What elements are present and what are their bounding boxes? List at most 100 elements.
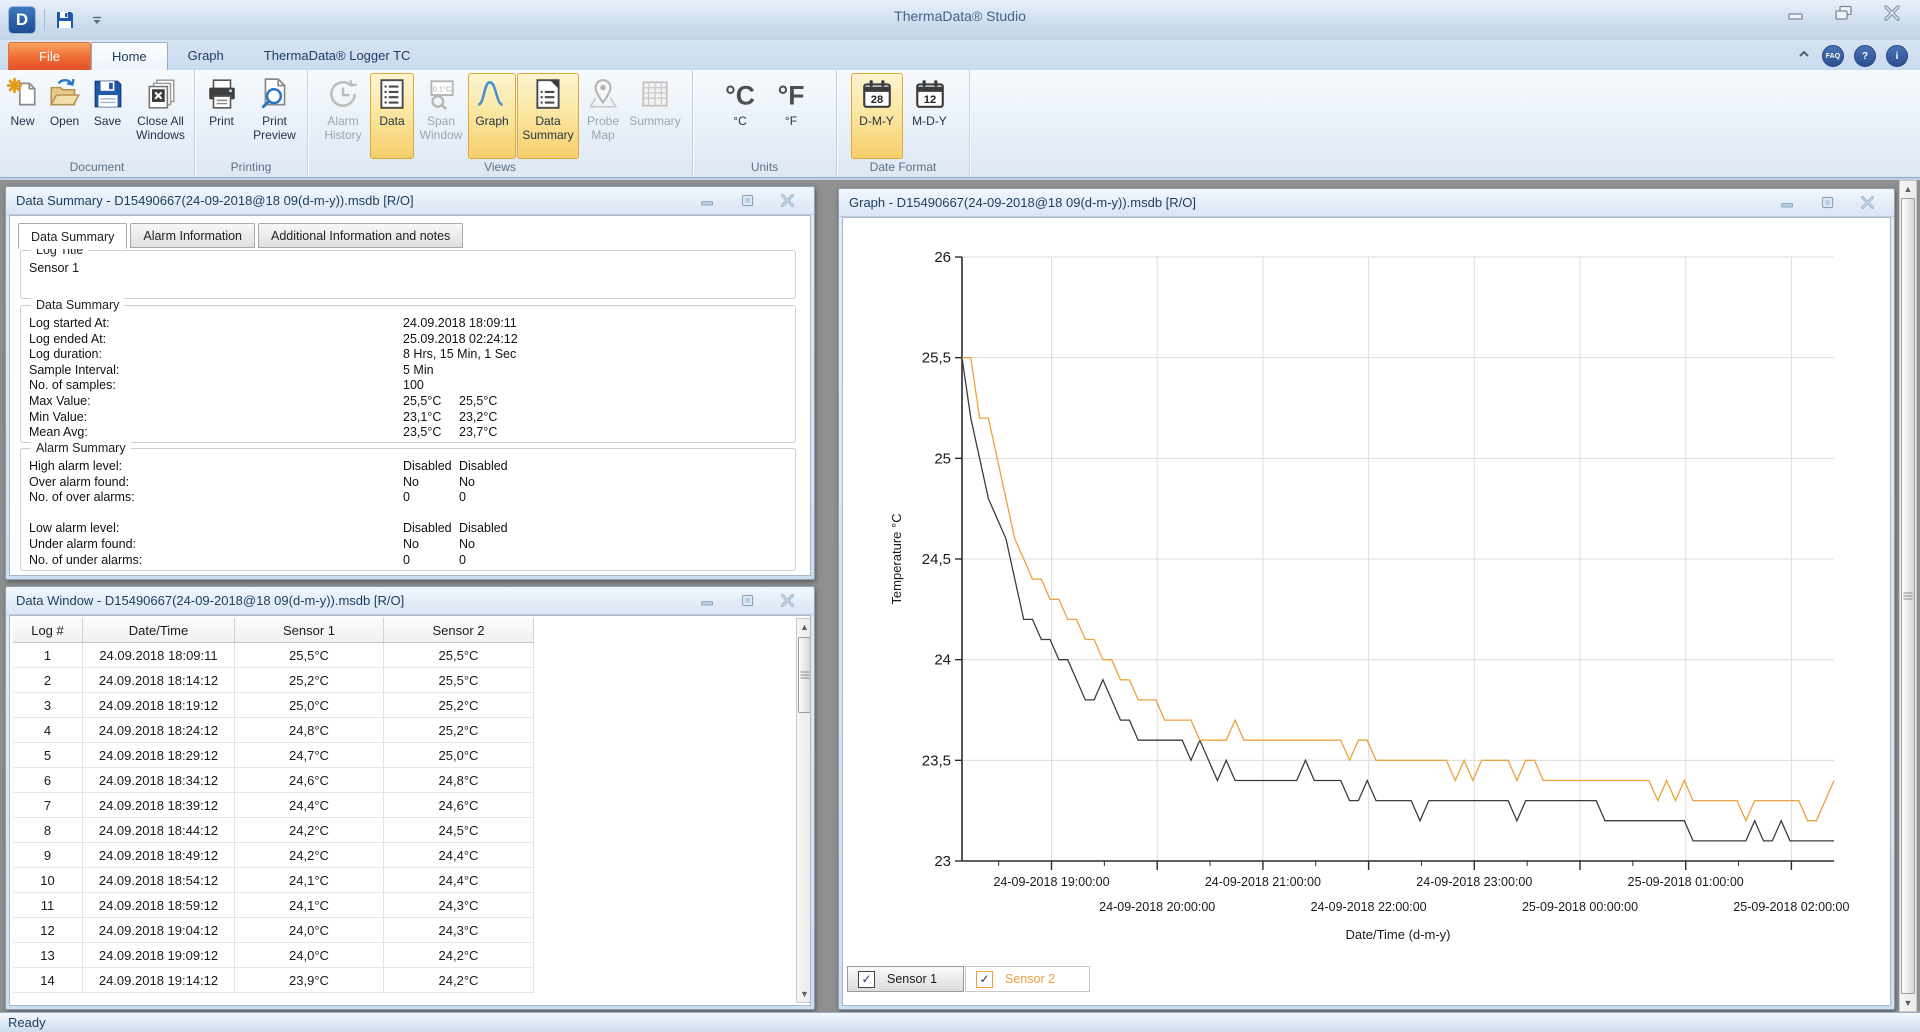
data-summary-window-titlebar[interactable]: Data Summary - D15490667(24-09-2018@18 0… [6,187,814,215]
print-button[interactable]: Print [199,73,245,159]
summary-row-label: Max Value: [29,394,91,408]
open-button[interactable]: Open [44,73,86,159]
window-minimize-button[interactable] [696,593,720,609]
probe-map-button: ProbeMap [580,73,626,159]
data-summary-button[interactable]: DataSummary [517,73,579,159]
table-cell: 24.09.2018 18:24:12 [83,718,235,743]
workspace-vertical-scrollbar[interactable]: ▲ ▼ [1899,180,1917,1012]
m-d-y-button[interactable]: 12M-D-Y [904,73,956,159]
series-sensor-1 [962,358,1834,841]
graph-window-titlebar[interactable]: Graph - D15490667(24-09-2018@18 09(d-m-y… [839,189,1894,217]
window-restore-button[interactable] [736,193,760,209]
info-button[interactable]: i [1886,45,1908,67]
legend-checkbox[interactable]: ✓ [858,971,875,988]
window-minimize-button[interactable] [696,193,720,209]
close-all-windows-button[interactable]: Close AllWindows [130,73,192,159]
window-close-button[interactable] [1856,195,1880,211]
table-row[interactable]: 1024.09.2018 18:54:1224,1°C24,4°C [13,868,534,893]
summary-row-value-1: 25,5°C [403,394,441,408]
ribbon-button-label: New [10,114,34,128]
table-row[interactable]: 624.09.2018 18:34:1224,6°C24,8°C [13,768,534,793]
table-row[interactable]: 1124.09.2018 18:59:1224,1°C24,3°C [13,893,534,918]
ribbon-button-label: Graph [475,114,508,128]
y-tick-label: 23 [934,853,951,870]
column-header[interactable]: Log # [13,618,83,643]
faq-button[interactable]: FAQ [1822,45,1844,67]
tab-data-summary[interactable]: Data Summary [18,223,127,249]
summary-row: Over alarm found:NoNo [29,475,787,491]
table-row[interactable]: 1224.09.2018 19:04:1224,0°C24,3°C [13,918,534,943]
f-button[interactable]: °F°F [767,73,815,159]
summary-row: Log started At:24.09.2018 18:09:11 [29,316,787,332]
tab-home[interactable]: Home [91,42,168,70]
column-header[interactable]: Date/Time [83,618,235,643]
table-cell: 1 [13,643,83,668]
window-close-button[interactable] [776,593,800,609]
table-row[interactable]: 524.09.2018 18:29:1224,7°C25,0°C [13,743,534,768]
summary-row-value-1: 8 Hrs, 15 Min, 1 Sec [403,347,516,361]
summary-row: Max Value:25,5°C25,5°C [29,394,787,410]
save-floppy-icon [91,77,125,111]
d-m-y-button[interactable]: 28D-M-Y [851,73,903,159]
table-row[interactable]: 224.09.2018 18:14:1225,2°C25,5°C [13,668,534,693]
summary-row-value-1: 23,1°C [403,410,441,424]
ribbon-button-label: Open [50,114,79,128]
table-row[interactable]: 924.09.2018 18:49:1224,2°C24,4°C [13,843,534,868]
ribbon-group-document: NewOpenSaveClose AllWindowsDocument [0,70,195,176]
window-minimize-button[interactable] [1776,195,1800,211]
tab-file[interactable]: File [8,42,91,70]
tab-alarm-information[interactable]: Alarm Information [130,223,255,248]
scrollbar-thumb[interactable] [798,637,811,713]
y-axis-title: Temperature °C [889,513,904,604]
save-button[interactable]: Save [87,73,129,159]
ribbon-button-label: Print [209,114,234,128]
help-button[interactable]: ? [1854,45,1876,67]
new-button[interactable]: New [3,73,43,159]
data-window-vertical-scrollbar[interactable]: ▲ ▼ [796,618,811,1003]
summary-row-value-1: 25.09.2018 02:24:12 [403,332,518,346]
ribbon-group-label: Views [308,160,692,174]
column-header[interactable]: Sensor 1 [235,618,384,643]
scrollbar-thumb[interactable] [1901,198,1915,994]
collapse-ribbon-icon[interactable] [1796,46,1812,67]
table-row[interactable]: 1424.09.2018 19:14:1223,9°C24,2°C [13,968,534,993]
app-restore-button[interactable] [1830,4,1858,22]
scroll-up-icon[interactable]: ▲ [797,619,811,635]
window-close-button[interactable] [776,193,800,209]
window-restore-button[interactable] [736,593,760,609]
table-row[interactable]: 324.09.2018 18:19:1225,0°C25,2°C [13,693,534,718]
c-button[interactable]: °C°C [714,73,766,159]
column-header[interactable]: Sensor 2 [384,618,534,643]
tab-additional-information[interactable]: Additional Information and notes [258,223,463,248]
ribbon-group-buttons: Print PrintPreview [195,70,307,159]
legend-label: Sensor 1 [887,972,937,986]
tab-thermadata-logger-tc[interactable]: ThermaData® Logger TC [244,42,431,70]
print-preview-button[interactable]: PrintPreview [246,73,304,159]
window-restore-button[interactable] [1816,195,1840,211]
graph-button[interactable]: Graph [468,73,516,159]
legend-toggle-sensor-2[interactable]: ✓Sensor 2 [965,966,1090,992]
data-button[interactable]: Data [370,73,414,159]
legend-checkbox[interactable]: ✓ [976,971,993,988]
legend-toggle-sensor-1[interactable]: ✓ Sensor 1 [847,966,964,992]
ribbon-tabs: File Home Graph ThermaData® Logger TC [8,42,430,70]
table-row[interactable]: 724.09.2018 18:39:1224,4°C24,6°C [13,793,534,818]
table-cell: 24,2°C [384,968,534,993]
table-row[interactable]: 124.09.2018 18:09:1125,5°C25,5°C [13,643,534,668]
tab-graph[interactable]: Graph [168,42,244,70]
scroll-up-icon[interactable]: ▲ [1900,181,1916,197]
table-row[interactable]: 1324.09.2018 19:09:1224,0°C24,2°C [13,943,534,968]
summary-row-value-1: 0 [403,553,410,567]
app-minimize-button[interactable] [1782,4,1810,22]
table-row[interactable]: 424.09.2018 18:24:1224,8°C25,2°C [13,718,534,743]
x-tick-label: 24-09-2018 20:00:00 [1099,900,1215,914]
data-window-titlebar[interactable]: Data Window - D15490667(24-09-2018@18 09… [6,587,814,615]
summary-row-value-1: 23,5°C [403,425,441,439]
table-row[interactable]: 824.09.2018 18:44:1224,2°C24,5°C [13,818,534,843]
summary-row [29,506,787,522]
ribbon-group-printing: PrintPrintPreviewPrinting [195,70,308,176]
app-close-button[interactable] [1878,4,1906,22]
scroll-down-icon[interactable]: ▼ [1900,995,1916,1011]
ribbon-button-label: D-M-Y [859,114,894,128]
scroll-down-icon[interactable]: ▼ [797,986,811,1002]
